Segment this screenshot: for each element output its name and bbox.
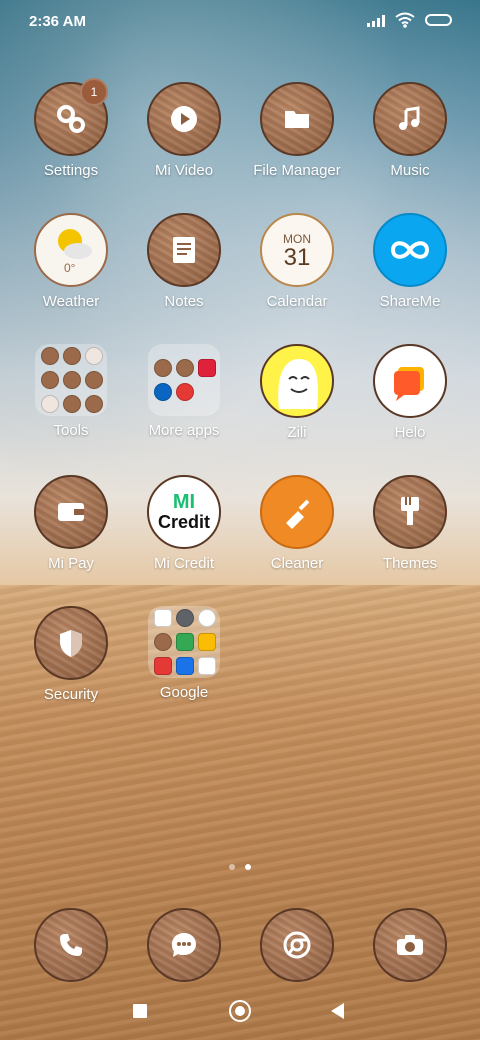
music-note-icon xyxy=(373,82,447,156)
app-shareme[interactable]: ShareMe xyxy=(355,213,465,310)
brush-icon xyxy=(373,475,447,549)
app-mi-pay[interactable]: Mi Pay xyxy=(16,475,126,572)
signal-icon xyxy=(367,13,385,27)
app-settings[interactable]: 1 Settings xyxy=(16,78,126,179)
page-dot-active[interactable] xyxy=(245,864,251,870)
weather-temp: 0° xyxy=(64,261,76,275)
recents-button[interactable] xyxy=(133,1004,147,1018)
app-label: Notes xyxy=(164,293,204,310)
app-label: ShareMe xyxy=(379,293,441,310)
app-label: Tools xyxy=(53,422,89,439)
app-label: Cleaner xyxy=(270,555,324,572)
folder-tools[interactable]: Tools xyxy=(16,344,126,439)
app-mi-credit[interactable]: MI Credit Mi Credit xyxy=(129,475,239,572)
app-themes[interactable]: Themes xyxy=(355,475,465,572)
broom-icon xyxy=(260,475,334,549)
app-label: Zili xyxy=(287,424,307,441)
wallet-icon xyxy=(34,475,108,549)
page-dot[interactable] xyxy=(229,864,235,870)
app-label: Mi Credit xyxy=(153,555,214,572)
app-label: Google xyxy=(159,684,209,701)
dock xyxy=(0,906,480,982)
mi-credit-logo-top: MI xyxy=(172,491,196,513)
app-label: Mi Pay xyxy=(48,555,94,572)
phone-icon[interactable] xyxy=(34,908,108,982)
app-zili[interactable]: Zili xyxy=(242,344,352,441)
home-button[interactable] xyxy=(229,1000,251,1022)
mi-credit-logo-bottom: Credit xyxy=(157,512,210,532)
app-label: Settings xyxy=(43,162,99,179)
folder-icon xyxy=(148,344,220,416)
app-calendar[interactable]: MON 31 Calendar xyxy=(242,213,352,310)
browser-icon[interactable] xyxy=(260,908,334,982)
status-time: 2:36 AM xyxy=(29,13,86,30)
calendar-icon: MON 31 xyxy=(260,213,334,287)
page-indicator xyxy=(0,864,480,870)
app-label: Security xyxy=(43,686,99,703)
app-weather[interactable]: 0° Weather xyxy=(16,213,126,310)
folder-icon xyxy=(35,344,107,416)
app-label: Themes xyxy=(382,555,438,572)
folder-icon xyxy=(148,606,220,678)
camera-icon[interactable] xyxy=(373,908,447,982)
folder-more-apps[interactable]: More apps xyxy=(129,344,239,439)
helo-icon xyxy=(373,344,447,418)
battery-icon xyxy=(425,14,452,26)
navigation-bar xyxy=(0,986,480,1040)
notes-icon xyxy=(147,213,221,287)
app-notes[interactable]: Notes xyxy=(129,213,239,310)
app-helo[interactable]: Helo xyxy=(355,344,465,441)
app-mi-video[interactable]: Mi Video xyxy=(129,82,239,179)
shield-icon xyxy=(34,606,108,680)
app-label: Mi Video xyxy=(154,162,214,179)
notification-badge: 1 xyxy=(80,78,108,106)
folder-icon xyxy=(260,82,334,156)
status-bar: 2:36 AM xyxy=(0,0,480,44)
gear-icon: 1 xyxy=(34,78,108,156)
back-button[interactable] xyxy=(331,1003,344,1019)
messages-icon[interactable] xyxy=(147,908,221,982)
app-label: Calendar xyxy=(266,293,328,310)
play-icon xyxy=(147,82,221,156)
app-label: More apps xyxy=(148,422,220,439)
app-music[interactable]: Music xyxy=(355,82,465,179)
mi-credit-icon: MI Credit xyxy=(147,475,221,549)
app-label: Music xyxy=(390,162,430,179)
app-label: File Manager xyxy=(253,162,341,179)
calendar-date: 31 xyxy=(283,244,311,271)
app-file-manager[interactable]: File Manager xyxy=(242,82,352,179)
zili-icon xyxy=(260,344,334,418)
folder-google[interactable]: Google xyxy=(129,606,239,701)
shareme-icon xyxy=(373,213,447,287)
wifi-icon xyxy=(395,12,415,28)
status-icons xyxy=(367,12,452,28)
app-label: Helo xyxy=(394,424,426,441)
app-cleaner[interactable]: Cleaner xyxy=(242,475,352,572)
app-security[interactable]: Security xyxy=(16,606,126,703)
weather-icon: 0° xyxy=(34,213,108,287)
app-label: Weather xyxy=(42,293,100,310)
